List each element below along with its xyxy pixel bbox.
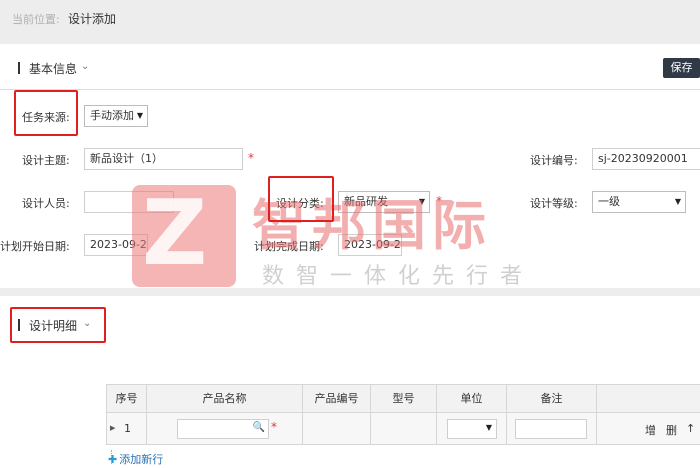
- design-no-input[interactable]: sj-20230920001: [592, 148, 700, 170]
- design-detail-title: 设计明细: [29, 319, 78, 333]
- watermark-title: 智邦国际: [252, 194, 492, 257]
- search-icon[interactable]: 🔍: [253, 422, 265, 433]
- watermark-logo-letter: Z: [142, 181, 208, 286]
- required-mark: *: [271, 420, 277, 434]
- add-row-link[interactable]: ✚ 添加新行: [108, 451, 163, 467]
- design-level-label: 设计等级:: [530, 197, 578, 210]
- design-level-value: 一级: [598, 195, 620, 208]
- chevron-down-icon[interactable]: ⌄: [81, 61, 89, 72]
- insert-row-button[interactable]: 增: [645, 422, 656, 438]
- play-icon: ▶: [110, 424, 116, 432]
- basic-info-header[interactable]: 基本信息 ⌄: [0, 46, 700, 90]
- unit-select[interactable]: ▼: [447, 419, 497, 439]
- column-header: 序号: [106, 385, 146, 413]
- designer-label: 设计人员:: [22, 197, 70, 210]
- page-title: 设计添加: [68, 12, 117, 26]
- divider: [0, 89, 700, 90]
- product-name-cell: 🔍 *: [146, 413, 302, 445]
- remark-input[interactable]: [515, 419, 587, 439]
- watermark-logo: Z: [132, 185, 236, 287]
- actions-cell: 增 删 ↑: [596, 413, 700, 445]
- row-index: 1: [124, 422, 131, 435]
- section-marker: [18, 62, 20, 74]
- task-source-value: 手动添加: [90, 109, 134, 122]
- design-subject-input[interactable]: 新品设计（1）: [84, 148, 243, 170]
- section-marker: [18, 319, 20, 331]
- row-index-cell: ▶ 1: [106, 413, 146, 445]
- detail-table: 序号 产品名称 产品编号 型号 单位 备注 ▶ 1 🔍 * ▼ 增 删 ↑: [106, 384, 700, 445]
- caret-down-icon: ▼: [674, 197, 681, 206]
- task-source-select[interactable]: 手动添加 ▼: [84, 105, 148, 127]
- column-header: 单位: [436, 385, 506, 413]
- column-header: 产品编号: [302, 385, 370, 413]
- required-mark: *: [248, 151, 254, 165]
- column-header: 型号: [370, 385, 436, 413]
- table-row: ▶ 1 🔍 * ▼ 增 删 ↑: [106, 413, 700, 445]
- save-button[interactable]: 保存: [663, 58, 700, 78]
- design-subject-label: 设计主题:: [22, 154, 70, 167]
- model-cell: [370, 413, 436, 445]
- column-header: 备注: [506, 385, 596, 413]
- plus-icon: ✚: [108, 453, 118, 466]
- move-up-button[interactable]: ↑: [686, 422, 695, 435]
- design-no-label: 设计编号:: [530, 154, 578, 167]
- product-no-cell: [302, 413, 370, 445]
- column-header-actions: [596, 385, 700, 413]
- basic-info-title: 基本信息: [29, 62, 78, 76]
- column-header: 产品名称: [146, 385, 302, 413]
- add-row-label: 添加新行: [119, 453, 164, 466]
- delete-row-button[interactable]: 删: [666, 422, 677, 438]
- design-detail-header[interactable]: 设计明细 ⌄: [0, 302, 700, 346]
- unit-cell: ▼: [436, 413, 506, 445]
- chevron-down-icon[interactable]: ⌄: [83, 318, 91, 329]
- plan-start-label: 计划开始日期:: [0, 240, 70, 253]
- remark-cell: [506, 413, 596, 445]
- caret-down-icon: ▼: [136, 111, 143, 120]
- caret-down-icon: ▼: [485, 423, 492, 432]
- product-name-input[interactable]: 🔍: [177, 419, 269, 439]
- task-source-label: 任务来源:: [22, 111, 70, 124]
- breadcrumb-label: 当前位置:: [12, 13, 60, 26]
- table-header: 序号 产品名称 产品编号 型号 单位 备注: [106, 385, 700, 413]
- watermark-subtitle: 数智一体化先行者: [262, 264, 535, 289]
- breadcrumb: 当前位置: 设计添加: [0, 0, 700, 44]
- design-level-select[interactable]: 一级 ▼: [592, 191, 686, 213]
